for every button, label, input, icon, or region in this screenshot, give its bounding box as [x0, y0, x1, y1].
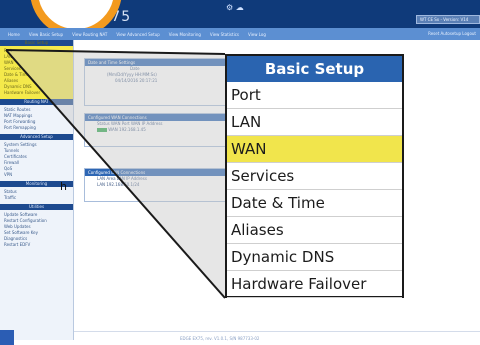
zoom-item-wan[interactable]: WAN	[227, 136, 402, 163]
zoom-item-hardware-failover[interactable]: Hardware Failover	[227, 271, 402, 298]
zoom-item-date-time[interactable]: Date & Time	[227, 190, 402, 217]
basic-setup-zoom-panel: Basic Setup Port LAN WAN Services Date &…	[225, 54, 404, 298]
zoom-item-lan[interactable]: LAN	[227, 109, 402, 136]
zoom-item-services[interactable]: Services	[227, 163, 402, 190]
zoom-item-aliases[interactable]: Aliases	[227, 217, 402, 244]
zoom-item-port[interactable]: Port	[227, 82, 402, 109]
zoom-item-dynamic-dns[interactable]: Dynamic DNS	[227, 244, 402, 271]
router-admin-page: E 75 ⚙ ☁ WT CE Sx - Version: V14 Home Vi…	[0, 0, 480, 345]
zoom-title: Basic Setup	[227, 56, 402, 82]
